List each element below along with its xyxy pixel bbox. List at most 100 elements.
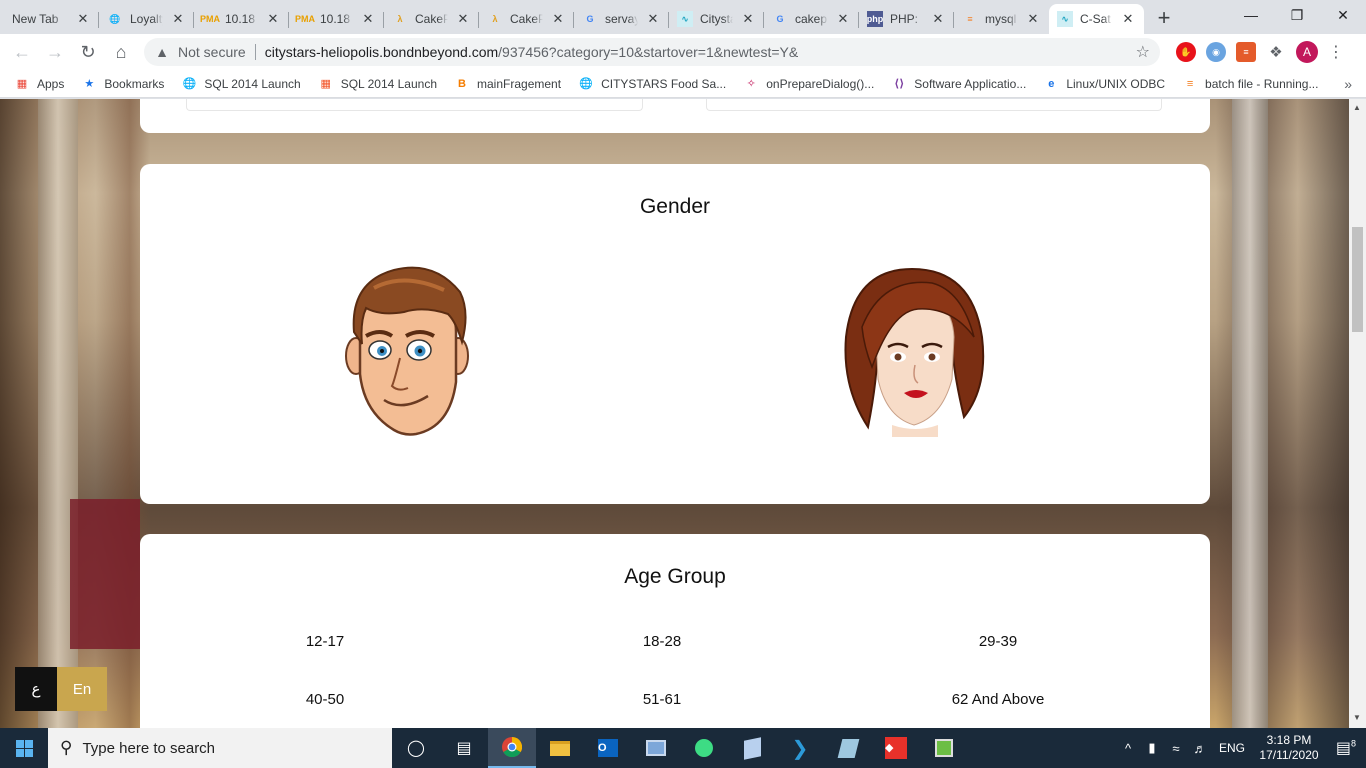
browser-menu-icon[interactable]: ⋮ xyxy=(1328,42,1344,62)
bookmark-label: SQL 2014 Launch xyxy=(340,76,438,91)
bookmark-item[interactable]: ▦ Apps xyxy=(14,76,65,92)
notepad-icon[interactable] xyxy=(824,728,872,768)
browser-tab[interactable]: ∿ C-Sat ✕ xyxy=(1049,4,1144,34)
close-window-button[interactable]: ✕ xyxy=(1320,0,1366,30)
maximize-button[interactable]: ❐ xyxy=(1274,0,1320,30)
browser-tab[interactable]: 🌐 Loyalty ✕ xyxy=(99,4,194,34)
close-tab-icon[interactable]: ✕ xyxy=(1025,11,1041,27)
wifi-icon[interactable]: ≈ xyxy=(1164,741,1188,756)
age-option-18-28[interactable]: 18-28 xyxy=(562,633,762,650)
notification-center-icon[interactable]: ▤8 xyxy=(1326,738,1366,758)
input-language[interactable]: ENG xyxy=(1212,741,1252,755)
minimize-button[interactable]: — xyxy=(1228,0,1274,30)
close-tab-icon[interactable]: ✕ xyxy=(455,11,471,27)
page-scrollbar[interactable]: ▲ ▼ xyxy=(1349,99,1366,728)
battery-icon[interactable]: ▮ xyxy=(1140,740,1164,756)
android-icon: ✧ xyxy=(746,78,756,90)
profile-avatar[interactable]: A xyxy=(1296,41,1318,63)
tab-title: cakep xyxy=(795,12,828,26)
chrome-taskbar-icon[interactable] xyxy=(488,728,536,768)
bookmark-item[interactable]: ≡ batch file - Running... xyxy=(1182,76,1319,92)
home-button[interactable]: ⌂ xyxy=(107,38,135,66)
xml-extension-icon[interactable]: ≡ xyxy=(1236,42,1256,62)
scroll-thumb[interactable] xyxy=(1352,227,1363,332)
bookmark-item[interactable]: ★ Bookmarks xyxy=(81,76,164,92)
adblock-extension-icon[interactable]: ✋ xyxy=(1176,42,1196,62)
bookmark-item[interactable]: ▦ SQL 2014 Launch xyxy=(318,76,438,92)
separator xyxy=(254,44,256,60)
remote-desktop-icon[interactable] xyxy=(632,728,680,768)
vscode-icon[interactable]: ❯ xyxy=(776,728,824,768)
bookmark-item[interactable]: 🌐 CITYSTARS Food Sa... xyxy=(578,76,726,92)
cortana-icon[interactable]: ◯ xyxy=(392,728,440,768)
globe-icon: 🌐 xyxy=(109,13,121,24)
task-view-icon[interactable]: ▤ xyxy=(440,728,488,768)
close-tab-icon[interactable]: ✕ xyxy=(835,11,851,27)
close-tab-icon[interactable]: ✕ xyxy=(740,11,756,27)
warning-icon: ▲ xyxy=(155,44,169,60)
clock[interactable]: 3:18 PM 17/11/2020 xyxy=(1252,733,1326,763)
volume-icon[interactable]: ♬ xyxy=(1188,741,1212,756)
browser-tab[interactable]: Gcakep ✕ xyxy=(764,4,859,34)
windows-logo-icon xyxy=(15,739,33,757)
close-tab-icon[interactable]: ✕ xyxy=(360,11,376,27)
task-manager-icon[interactable] xyxy=(920,728,968,768)
translate-extension-icon[interactable]: ◉ xyxy=(1206,42,1226,62)
english-language-button[interactable]: En xyxy=(57,667,107,711)
age-option-29-39[interactable]: 29-39 xyxy=(898,633,1098,650)
browser-tab[interactable]: php PHP: ✕ xyxy=(859,4,954,34)
bookmark-item[interactable]: BmainFragement xyxy=(454,76,561,92)
puzzle-extensions-icon[interactable]: ❖ xyxy=(1266,42,1286,62)
previous-field-left[interactable] xyxy=(186,99,643,111)
close-tab-icon[interactable]: ✕ xyxy=(265,11,281,27)
scroll-down-icon[interactable]: ▼ xyxy=(1353,713,1361,722)
bookmark-item[interactable]: 🌐 SQL 2014 Launch xyxy=(181,76,301,92)
browser-tab[interactable]: ∿ Citystars ✕ xyxy=(669,4,764,34)
reload-button[interactable]: ↻ xyxy=(74,38,102,66)
bookmark-star-icon[interactable]: ☆ xyxy=(1136,42,1150,62)
close-tab-icon[interactable]: ✕ xyxy=(930,11,946,27)
female-face-option[interactable] xyxy=(842,267,988,437)
new-tab-button[interactable]: + xyxy=(1150,4,1178,32)
browser-tab[interactable]: PMA 10.18 ✕ xyxy=(289,4,384,34)
file-explorer-icon[interactable] xyxy=(536,728,584,768)
chart-icon: ∿ xyxy=(677,11,693,27)
age-option-40-50[interactable]: 40-50 xyxy=(225,691,425,708)
url-path: /937456?category=10&startover=1&newtest=… xyxy=(498,44,799,60)
back-button[interactable]: ← xyxy=(8,38,36,66)
start-button[interactable] xyxy=(0,728,48,768)
e-icon: e xyxy=(1048,77,1055,90)
age-option-62-and-above[interactable]: 62 And Above xyxy=(898,691,1098,708)
browser-tab[interactable]: ≡ mysql ✕ xyxy=(954,4,1049,34)
age-option-12-17[interactable]: 12-17 xyxy=(225,633,425,650)
bookmark-item[interactable]: e Linux/UNIX ODBC xyxy=(1043,76,1165,92)
previous-field-right[interactable] xyxy=(706,99,1162,111)
more-bookmarks-icon[interactable]: » xyxy=(1344,76,1352,92)
address-bar[interactable]: ▲ Not secure citystars-heliopolis.bondnb… xyxy=(144,38,1160,66)
forward-button[interactable]: → xyxy=(41,38,69,66)
arabic-language-button[interactable]: ع xyxy=(15,667,57,711)
show-hidden-icons-icon[interactable]: ^ xyxy=(1116,741,1140,756)
browser-tab[interactable]: New Tab ✕ xyxy=(4,4,99,34)
close-tab-icon[interactable]: ✕ xyxy=(1120,11,1136,27)
age-option-51-61[interactable]: 51-61 xyxy=(562,691,762,708)
android-studio-icon[interactable] xyxy=(680,728,728,768)
bookmark-item[interactable]: ✧ onPrepareDialog()... xyxy=(743,76,875,92)
browser-tab[interactable]: PMA 10.18 ✕ xyxy=(194,4,289,34)
virtualbox-icon[interactable] xyxy=(728,728,776,768)
taskbar-search[interactable]: ⚲ Type here to search xyxy=(48,728,392,768)
anydesk-icon[interactable]: ◆ xyxy=(872,728,920,768)
cake-icon: λ xyxy=(492,14,498,24)
close-tab-icon[interactable]: ✕ xyxy=(75,11,91,27)
bookmark-item[interactable]: ⟨⟩ Software Applicatio... xyxy=(891,76,1026,92)
male-face-option[interactable] xyxy=(344,262,476,442)
outlook-icon[interactable]: O xyxy=(584,728,632,768)
close-tab-icon[interactable]: ✕ xyxy=(170,11,186,27)
browser-tab[interactable]: Gservay ✕ xyxy=(574,4,669,34)
close-tab-icon[interactable]: ✕ xyxy=(645,11,661,27)
scroll-up-icon[interactable]: ▲ xyxy=(1353,103,1361,112)
bookmark-label: SQL 2014 Launch xyxy=(204,76,301,91)
browser-tab[interactable]: λ CakePHP ✕ xyxy=(479,4,574,34)
browser-tab[interactable]: λ CakePHP ✕ xyxy=(384,4,479,34)
close-tab-icon[interactable]: ✕ xyxy=(550,11,566,27)
